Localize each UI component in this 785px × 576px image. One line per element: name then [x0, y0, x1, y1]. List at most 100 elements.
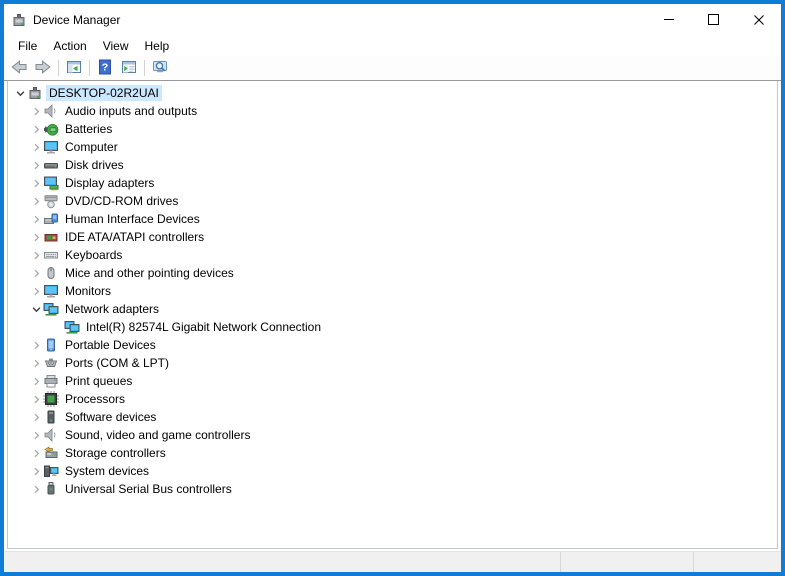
device-tree[interactable]: DESKTOP-02R2UAI Audio inputs and outputs B…	[7, 81, 778, 549]
tree-row[interactable]: Computer	[8, 138, 777, 156]
chevron-right-icon[interactable]	[30, 264, 43, 282]
chevron-right-icon[interactable]	[30, 210, 43, 228]
tree-row[interactable]: Batteries	[8, 120, 777, 138]
tree-row[interactable]: Keyboards	[8, 246, 777, 264]
svg-text:?: ?	[102, 61, 108, 73]
device-manager-window: Device Manager File Action View Help ? DESK…	[0, 0, 785, 576]
tree-row[interactable]: DVD/CD-ROM drives	[8, 192, 777, 210]
tree-item-label[interactable]: Batteries	[62, 121, 115, 137]
disk-drive-icon	[43, 157, 59, 173]
chevron-right-icon[interactable]	[30, 174, 43, 192]
tree-row[interactable]: Storage controllers	[8, 444, 777, 462]
tree-item-label[interactable]: Portable Devices	[62, 337, 159, 353]
tree-row[interactable]: Intel(R) 82574L Gigabit Network Connecti…	[8, 318, 777, 336]
tree-item-label[interactable]: Mice and other pointing devices	[62, 265, 237, 281]
chevron-right-icon[interactable]	[30, 246, 43, 264]
tree-row[interactable]: Portable Devices	[8, 336, 777, 354]
window-title: Device Manager	[33, 12, 121, 27]
chevron-right-icon[interactable]	[30, 462, 43, 480]
menu-item-file[interactable]: File	[10, 37, 45, 55]
chevron-down-icon[interactable]	[14, 84, 27, 102]
tree-item-label[interactable]: Universal Serial Bus controllers	[62, 481, 235, 497]
help-button[interactable]: ?	[93, 57, 117, 79]
tree-row[interactable]: System devices	[8, 462, 777, 480]
tree-item-label[interactable]: Ports (COM & LPT)	[62, 355, 172, 371]
tree-row[interactable]: DESKTOP-02R2UAI	[8, 84, 777, 102]
tree-row[interactable]: Mice and other pointing devices	[8, 264, 777, 282]
tree-row[interactable]: Print queues	[8, 372, 777, 390]
show-hide-action-pane-button[interactable]	[117, 57, 141, 79]
chevron-right-icon[interactable]	[30, 354, 43, 372]
close-icon	[753, 14, 764, 25]
usb-icon	[43, 481, 59, 497]
show-action-pane-icon	[121, 59, 137, 78]
computer-root-icon	[27, 85, 43, 101]
chevron-right-icon[interactable]	[30, 228, 43, 246]
tree-row[interactable]: Monitors	[8, 282, 777, 300]
portable-device-icon	[43, 337, 59, 353]
minimize-button[interactable]	[646, 4, 691, 35]
minimize-icon	[663, 19, 674, 20]
chevron-right-icon[interactable]	[30, 192, 43, 210]
tree-item-label[interactable]: IDE ATA/ATAPI controllers	[62, 229, 207, 245]
tree-item-label[interactable]: Software devices	[62, 409, 159, 425]
chevron-right-icon[interactable]	[30, 336, 43, 354]
tree-row[interactable]: Audio inputs and outputs	[8, 102, 777, 120]
close-button[interactable]	[736, 4, 781, 35]
tree-item-label[interactable]: Display adapters	[62, 175, 157, 191]
status-panel-secondary	[560, 552, 693, 572]
tree-item-label[interactable]: Disk drives	[62, 157, 127, 173]
chevron-right-icon[interactable]	[30, 138, 43, 156]
menu-item-view[interactable]: View	[95, 37, 137, 55]
tree-item-label[interactable]: Sound, video and game controllers	[62, 427, 253, 443]
tree-item-label[interactable]: Computer	[62, 139, 121, 155]
tree-item-label[interactable]: DESKTOP-02R2UAI	[46, 85, 162, 101]
tree-row[interactable]: Display adapters	[8, 174, 777, 192]
tree-item-label[interactable]: Audio inputs and outputs	[62, 103, 200, 119]
tree-row[interactable]: IDE ATA/ATAPI controllers	[8, 228, 777, 246]
tree-item-label[interactable]: System devices	[62, 463, 152, 479]
menu-item-help[interactable]: Help	[137, 37, 178, 55]
tree-row[interactable]: Software devices	[8, 408, 777, 426]
chevron-right-icon[interactable]	[30, 480, 43, 498]
scan-hardware-changes-button[interactable]	[148, 57, 172, 79]
tree-item-label[interactable]: Network adapters	[62, 301, 162, 317]
tree-item-label[interactable]: Intel(R) 82574L Gigabit Network Connecti…	[83, 319, 324, 335]
chevron-down-icon[interactable]	[30, 300, 43, 318]
tree-row[interactable]: Human Interface Devices	[8, 210, 777, 228]
tree-item-label[interactable]: Storage controllers	[62, 445, 169, 461]
toolbar: ?	[4, 56, 781, 81]
scan-hardware-changes-icon	[152, 59, 168, 78]
chevron-right-icon[interactable]	[30, 444, 43, 462]
tree-row[interactable]: Sound, video and game controllers	[8, 426, 777, 444]
menu-item-action[interactable]: Action	[45, 37, 94, 55]
tree-row[interactable]: Ports (COM & LPT)	[8, 354, 777, 372]
tree-item-label[interactable]: Monitors	[62, 283, 114, 299]
chevron-right-icon[interactable]	[30, 102, 43, 120]
menu-bar: File Action View Help	[4, 35, 781, 56]
forward-button[interactable]	[31, 57, 55, 79]
tree-row[interactable]: Universal Serial Bus controllers	[8, 480, 777, 498]
help-icon: ?	[97, 59, 113, 78]
maximize-button[interactable]	[691, 4, 736, 35]
tree-row[interactable]: Processors	[8, 390, 777, 408]
chevron-right-icon[interactable]	[30, 282, 43, 300]
tree-item-label[interactable]: Human Interface Devices	[62, 211, 203, 227]
tree-item-label[interactable]: Processors	[62, 391, 128, 407]
chevron-right-icon[interactable]	[30, 426, 43, 444]
mouse-icon	[43, 265, 59, 281]
chevron-right-icon[interactable]	[30, 372, 43, 390]
status-panel-main	[4, 552, 560, 572]
tree-item-label[interactable]: DVD/CD-ROM drives	[62, 193, 181, 209]
chevron-right-icon[interactable]	[30, 390, 43, 408]
chevron-right-icon[interactable]	[30, 120, 43, 138]
chevron-right-icon[interactable]	[30, 156, 43, 174]
show-hide-console-tree-button[interactable]	[62, 57, 86, 79]
chevron-right-icon[interactable]	[30, 408, 43, 426]
tree-item-label[interactable]: Print queues	[62, 373, 135, 389]
tree-row[interactable]: Disk drives	[8, 156, 777, 174]
back-button[interactable]	[7, 57, 31, 79]
tree-item-label[interactable]: Keyboards	[62, 247, 125, 263]
tree-row[interactable]: Network adapters	[8, 300, 777, 318]
